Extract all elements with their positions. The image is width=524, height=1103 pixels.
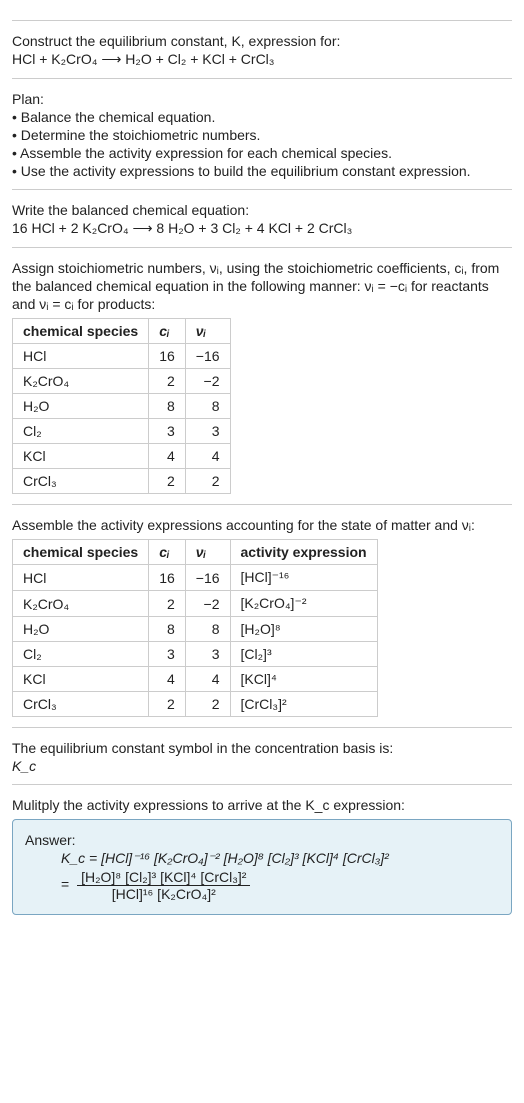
section-balanced: Write the balanced chemical equation: 16…	[12, 189, 512, 237]
sp: KCl	[13, 667, 149, 692]
answer-box: Answer: K_c = [HCl]⁻¹⁶ [K₂CrO₄]⁻² [H₂O]⁸…	[12, 819, 512, 915]
table-row: HCl16−16	[13, 344, 231, 369]
sp: HCl	[13, 565, 149, 591]
v: −2	[185, 591, 230, 617]
frac-denominator: [HCl]¹⁶ [K₂CrO₄]²	[77, 886, 250, 902]
c: 2	[149, 591, 186, 617]
sp: K₂CrO₄	[13, 591, 149, 617]
v: 3	[185, 419, 230, 444]
table-row: KCl44[KCl]⁴	[13, 667, 378, 692]
table-row: KCl44	[13, 444, 231, 469]
section-symbol: The equilibrium constant symbol in the c…	[12, 727, 512, 774]
col-activity: activity expression	[230, 540, 377, 565]
v: 4	[185, 444, 230, 469]
kc-fraction-line: = [H₂O]⁸ [Cl₂]³ [KCl]⁴ [CrCl₃]² [HCl]¹⁶ …	[25, 869, 499, 902]
symbol-line2: K_c	[12, 758, 512, 774]
sp: CrCl₃	[13, 692, 149, 717]
activity-intro: Assemble the activity expressions accoun…	[12, 517, 512, 533]
v: −2	[185, 369, 230, 394]
c: 8	[149, 617, 186, 642]
sp: Cl₂	[13, 419, 149, 444]
plan-bullet-4: • Use the activity expressions to build …	[12, 163, 512, 179]
sp: KCl	[13, 444, 149, 469]
c: 3	[149, 642, 186, 667]
col-c: cᵢ	[149, 319, 186, 344]
a: [KCl]⁴	[230, 667, 377, 692]
c: 4	[149, 444, 186, 469]
kc-product-line: K_c = [HCl]⁻¹⁶ [K₂CrO₄]⁻² [H₂O]⁸ [Cl₂]³ …	[25, 850, 499, 867]
table-row: Cl₂33	[13, 419, 231, 444]
section-construct: Construct the equilibrium constant, K, e…	[12, 20, 512, 68]
activity-table: chemical species cᵢ νᵢ activity expressi…	[12, 539, 378, 717]
table-row: H₂O88	[13, 394, 231, 419]
section-stoich: Assign stoichiometric numbers, νᵢ, using…	[12, 247, 512, 494]
a: [CrCl₃]²	[230, 692, 377, 717]
fraction: [H₂O]⁸ [Cl₂]³ [KCl]⁴ [CrCl₃]² [HCl]¹⁶ [K…	[77, 869, 250, 902]
multiply-intro: Mulitply the activity expressions to arr…	[12, 797, 512, 813]
sp: HCl	[13, 344, 149, 369]
stoich-intro-1: Assign stoichiometric numbers, νᵢ, using…	[12, 260, 512, 276]
col-species: chemical species	[13, 540, 149, 565]
table-row: K₂CrO₄2−2	[13, 369, 231, 394]
table-row: Cl₂33[Cl₂]³	[13, 642, 378, 667]
construct-title: Construct the equilibrium constant, K, e…	[12, 33, 512, 49]
sp: H₂O	[13, 617, 149, 642]
a: [Cl₂]³	[230, 642, 377, 667]
v: 4	[185, 667, 230, 692]
plan-title: Plan:	[12, 91, 512, 107]
sp: CrCl₃	[13, 469, 149, 494]
unbalanced-equation: HCl + K₂CrO₄ ⟶ H₂O + Cl₂ + KCl + CrCl₃	[12, 51, 512, 68]
sp: H₂O	[13, 394, 149, 419]
plan-bullet-1: • Balance the chemical equation.	[12, 109, 512, 125]
c: 2	[149, 692, 186, 717]
c: 2	[149, 469, 186, 494]
stoich-intro-3: and νᵢ = cᵢ for products:	[12, 296, 512, 312]
section-plan: Plan: • Balance the chemical equation. •…	[12, 78, 512, 179]
a: [H₂O]⁸	[230, 617, 377, 642]
table-row: K₂CrO₄2−2[K₂CrO₄]⁻²	[13, 591, 378, 617]
balanced-title: Write the balanced chemical equation:	[12, 202, 512, 218]
kc-product: K_c = [HCl]⁻¹⁶ [K₂CrO₄]⁻² [H₂O]⁸ [Cl₂]³ …	[61, 850, 389, 866]
col-c: cᵢ	[149, 540, 186, 565]
v: 3	[185, 642, 230, 667]
a: [K₂CrO₄]⁻²	[230, 591, 377, 617]
v: 8	[185, 394, 230, 419]
sp: Cl₂	[13, 642, 149, 667]
col-v: νᵢ	[185, 319, 230, 344]
table-header-row: chemical species cᵢ νᵢ activity expressi…	[13, 540, 378, 565]
sp: K₂CrO₄	[13, 369, 149, 394]
section-multiply: Mulitply the activity expressions to arr…	[12, 784, 512, 915]
c: 8	[149, 394, 186, 419]
construct-title-text: Construct the equilibrium constant, K, e…	[12, 33, 340, 49]
plan-bullet-2: • Determine the stoichiometric numbers.	[12, 127, 512, 143]
v: 2	[185, 469, 230, 494]
balanced-equation: 16 HCl + 2 K₂CrO₄ ⟶ 8 H₂O + 3 Cl₂ + 4 KC…	[12, 220, 512, 237]
v: −16	[185, 344, 230, 369]
stoich-intro-2: the balanced chemical equation in the fo…	[12, 278, 512, 294]
frac-numerator: [H₂O]⁸ [Cl₂]³ [KCl]⁴ [CrCl₃]²	[77, 869, 250, 886]
c: 16	[149, 344, 186, 369]
stoich-table: chemical species cᵢ νᵢ HCl16−16 K₂CrO₄2−…	[12, 318, 231, 494]
c: 3	[149, 419, 186, 444]
col-species: chemical species	[13, 319, 149, 344]
c: 4	[149, 667, 186, 692]
col-v: νᵢ	[185, 540, 230, 565]
v: −16	[185, 565, 230, 591]
table-row: HCl16−16[HCl]⁻¹⁶	[13, 565, 378, 591]
kc-symbol: K_c	[12, 758, 36, 774]
v: 2	[185, 692, 230, 717]
table-header-row: chemical species cᵢ νᵢ	[13, 319, 231, 344]
section-activity: Assemble the activity expressions accoun…	[12, 504, 512, 717]
c: 16	[149, 565, 186, 591]
symbol-line1: The equilibrium constant symbol in the c…	[12, 740, 512, 756]
table-row: CrCl₃22	[13, 469, 231, 494]
table-row: H₂O88[H₂O]⁸	[13, 617, 378, 642]
answer-label: Answer:	[25, 832, 499, 848]
v: 8	[185, 617, 230, 642]
table-row: CrCl₃22[CrCl₃]²	[13, 692, 378, 717]
a: [HCl]⁻¹⁶	[230, 565, 377, 591]
equals: =	[61, 876, 69, 892]
c: 2	[149, 369, 186, 394]
plan-bullet-3: • Assemble the activity expression for e…	[12, 145, 512, 161]
